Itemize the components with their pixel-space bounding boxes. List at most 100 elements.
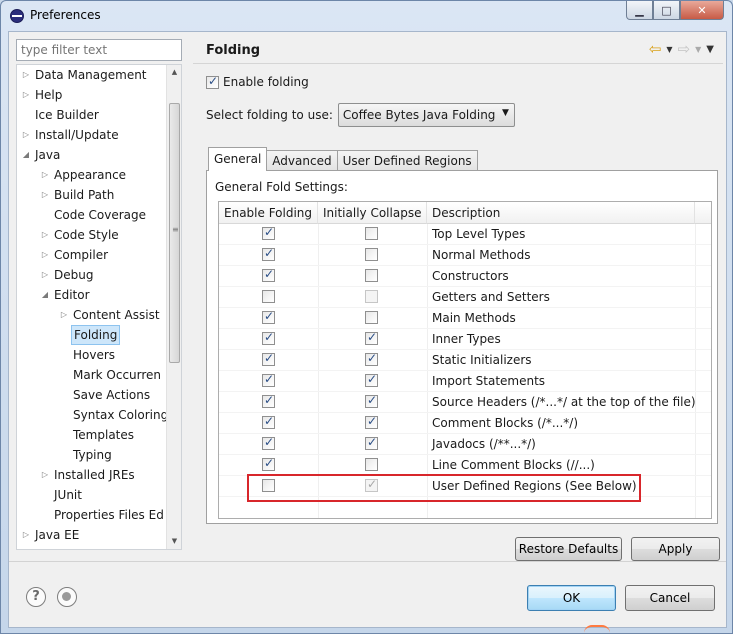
- scroll-down-arrow-icon[interactable]: ▼: [167, 534, 181, 549]
- initially-collapse-checkbox[interactable]: [365, 269, 378, 282]
- tree-item[interactable]: Ice Builder: [17, 105, 167, 125]
- initially-collapse-checkbox[interactable]: [365, 393, 378, 408]
- ok-button[interactable]: OK: [527, 585, 616, 611]
- tree-item[interactable]: ▷ Install/Update: [17, 125, 167, 145]
- scroll-thumb[interactable]: ≡: [169, 103, 180, 363]
- table-row[interactable]: Main Methods: [219, 308, 711, 329]
- initially-collapse-checkbox[interactable]: [365, 351, 378, 366]
- tree-item[interactable]: ▷ Build Path: [17, 185, 167, 205]
- forward-dropdown-icon[interactable]: ▼: [695, 45, 701, 54]
- collapse-arrow-icon[interactable]: ◢: [40, 285, 50, 305]
- chevron-down-icon: ▼: [501, 108, 509, 118]
- table-row[interactable]: Constructors: [219, 266, 711, 287]
- initially-collapse-checkbox[interactable]: [365, 372, 378, 387]
- tree-scrollbar[interactable]: ▲ ≡ ▼: [166, 65, 181, 549]
- column-header-enable[interactable]: Enable Folding: [219, 202, 318, 224]
- enable-folding-checkbox[interactable]: [262, 414, 275, 429]
- collapse-arrow-icon[interactable]: ◢: [21, 145, 31, 165]
- view-menu-icon[interactable]: ▼: [706, 44, 714, 55]
- apply-button[interactable]: Apply: [631, 537, 720, 561]
- expand-arrow-icon[interactable]: ▷: [40, 265, 50, 285]
- enable-folding-checkbox[interactable]: [262, 225, 275, 240]
- expand-arrow-icon[interactable]: ▷: [21, 85, 31, 105]
- column-header-collapse[interactable]: Initially Collapse: [318, 202, 427, 224]
- back-dropdown-icon[interactable]: ▼: [666, 45, 672, 54]
- initially-collapse-checkbox[interactable]: [365, 458, 378, 471]
- tree-item[interactable]: ▷ Debug: [17, 265, 167, 285]
- table-row[interactable]: Import Statements: [219, 371, 711, 392]
- enable-folding-checkbox[interactable]: [262, 290, 275, 303]
- tab-user-defined-regions[interactable]: User Defined Regions: [336, 150, 478, 171]
- forward-arrow-icon[interactable]: ⇨: [678, 40, 691, 58]
- tab-advanced[interactable]: Advanced: [266, 150, 338, 171]
- initially-collapse-checkbox[interactable]: [365, 435, 378, 450]
- enable-folding-checkbox[interactable]: [262, 309, 275, 324]
- table-row[interactable]: Top Level Types: [219, 224, 711, 245]
- tree-item[interactable]: Folding: [17, 325, 167, 345]
- expand-arrow-icon[interactable]: ▷: [21, 525, 31, 545]
- expand-arrow-icon[interactable]: ▷: [40, 225, 50, 245]
- maximize-button[interactable]: □: [653, 1, 680, 20]
- tree-item[interactable]: ▷ Compiler: [17, 245, 167, 265]
- tree-item[interactable]: ▷ Data Management: [17, 65, 167, 85]
- enable-folding-checkbox[interactable]: [206, 74, 219, 89]
- enable-folding-checkbox[interactable]: [262, 330, 275, 345]
- enable-folding-checkbox[interactable]: [262, 246, 275, 261]
- tree-item[interactable]: ▷ Help: [17, 85, 167, 105]
- minimize-button[interactable]: ▁: [626, 1, 653, 20]
- tree-item[interactable]: Syntax Coloring: [17, 405, 168, 425]
- help-icon[interactable]: ?: [26, 587, 46, 607]
- tree-item[interactable]: ▷ Code Style: [17, 225, 167, 245]
- expand-arrow-icon[interactable]: ▷: [40, 165, 50, 185]
- tree-item[interactable]: ▷ Content Assist: [17, 305, 167, 325]
- table-row[interactable]: Source Headers (/*...*/ at the top of th…: [219, 392, 711, 413]
- folding-select[interactable]: Coffee Bytes Java Folding ▼: [337, 103, 515, 127]
- expand-arrow-icon[interactable]: ▷: [40, 245, 50, 265]
- tree-item[interactable]: Hovers: [17, 345, 167, 365]
- back-arrow-icon[interactable]: ⇦: [649, 40, 662, 58]
- expand-arrow-icon[interactable]: ▷: [40, 185, 50, 205]
- enable-folding-checkbox[interactable]: [262, 351, 275, 366]
- enable-folding-checkbox[interactable]: [262, 435, 275, 450]
- filter-input[interactable]: [16, 39, 182, 61]
- cancel-button[interactable]: Cancel: [625, 585, 715, 611]
- table-row[interactable]: Static Initializers: [219, 350, 711, 371]
- initially-collapse-checkbox[interactable]: [365, 414, 378, 429]
- expand-arrow-icon[interactable]: ▷: [59, 305, 69, 325]
- tree-item[interactable]: Properties Files Ed: [17, 505, 167, 525]
- tab-general[interactable]: General: [208, 147, 268, 171]
- enable-folding-checkbox[interactable]: [262, 456, 275, 471]
- close-button[interactable]: ✕: [680, 1, 724, 20]
- initially-collapse-checkbox[interactable]: [365, 248, 378, 261]
- initially-collapse-checkbox[interactable]: [365, 330, 378, 345]
- tree-item[interactable]: Typing: [17, 445, 167, 465]
- enable-folding-checkbox[interactable]: [262, 393, 275, 408]
- record-icon[interactable]: [57, 587, 77, 607]
- tree-item[interactable]: Save Actions: [17, 385, 167, 405]
- tree-item[interactable]: ◢ Java: [17, 145, 167, 165]
- enable-folding-checkbox[interactable]: [262, 267, 275, 282]
- tree-item[interactable]: JUnit: [17, 485, 167, 505]
- table-row[interactable]: Comment Blocks (/*...*/): [219, 413, 711, 434]
- tree-item[interactable]: ◢ Editor: [17, 285, 167, 305]
- tree-item[interactable]: Code Coverage: [17, 205, 167, 225]
- expand-arrow-icon[interactable]: ▷: [21, 125, 31, 145]
- tree-item[interactable]: Templates: [17, 425, 167, 445]
- initially-collapse-checkbox[interactable]: [365, 311, 378, 324]
- enable-folding-checkbox[interactable]: [262, 372, 275, 387]
- table-row[interactable]: Javadocs (/**...*/): [219, 434, 711, 455]
- table-row[interactable]: Inner Types: [219, 329, 711, 350]
- initially-collapse-checkbox[interactable]: [365, 227, 378, 240]
- expand-arrow-icon[interactable]: ▷: [40, 465, 50, 485]
- tree-item[interactable]: Mark Occurren: [17, 365, 167, 385]
- table-row[interactable]: Line Comment Blocks (//...): [219, 455, 711, 476]
- expand-arrow-icon[interactable]: ▷: [21, 65, 31, 85]
- table-row[interactable]: Getters and Setters: [219, 287, 711, 308]
- tree-item[interactable]: ▷ Installed JREs: [17, 465, 167, 485]
- tree-item[interactable]: ▷ Appearance: [17, 165, 167, 185]
- tree-item[interactable]: ▷ Java EE: [17, 525, 167, 545]
- table-row[interactable]: Normal Methods: [219, 245, 711, 266]
- scroll-up-arrow-icon[interactable]: ▲: [167, 65, 181, 80]
- restore-defaults-button[interactable]: Restore Defaults: [515, 537, 622, 561]
- column-header-description[interactable]: Description: [427, 202, 695, 224]
